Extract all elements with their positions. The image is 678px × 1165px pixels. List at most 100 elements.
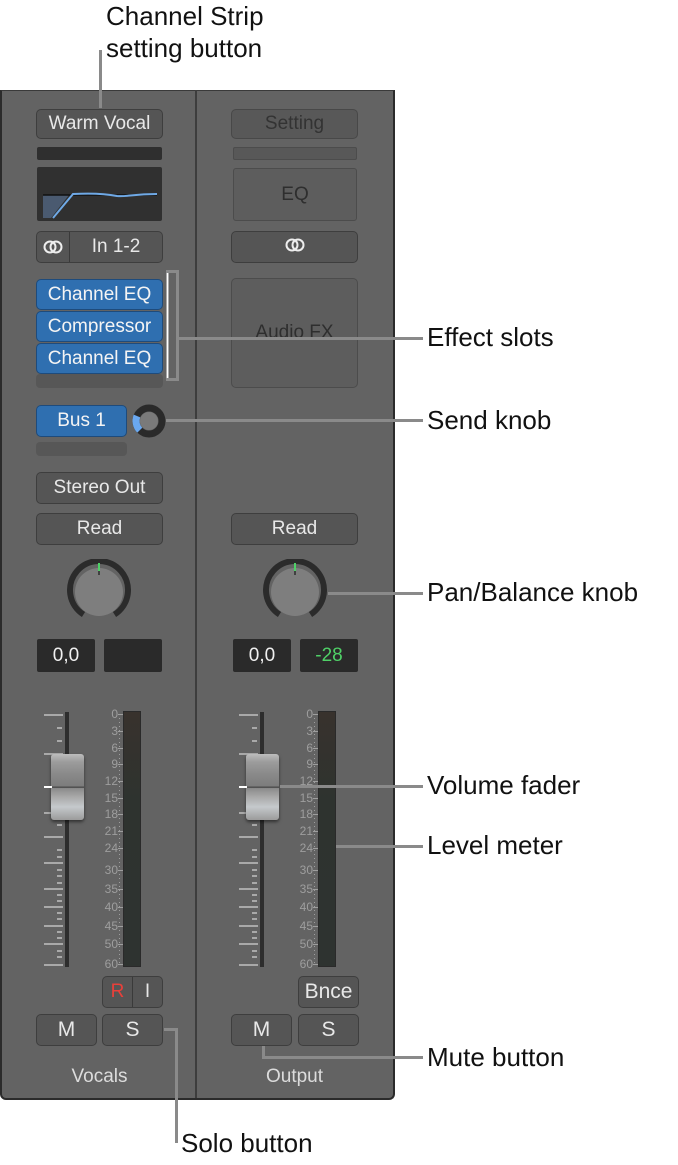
callout-channel-strip-setting-line1: Channel Strip <box>106 1 264 31</box>
fader-major-tick <box>239 714 258 716</box>
automation-mode-button-output[interactable]: Read <box>231 513 358 545</box>
strip-name-vocals[interactable]: Vocals <box>36 1066 163 1088</box>
meter-scale-label: 6 <box>111 741 118 755</box>
stereo-link-icon[interactable] <box>37 232 69 262</box>
meter-scale-minor-tick <box>119 958 120 959</box>
channel-strip-setting-button[interactable]: Warm Vocal <box>36 109 163 139</box>
meter-scale-label: 30 <box>104 863 118 877</box>
input-label[interactable]: In 1-2 <box>69 232 162 262</box>
balance-knob[interactable] <box>262 557 328 625</box>
callout-channel-strip-setting-line2: setting button <box>106 33 263 63</box>
meter-scale-minor-tick <box>314 722 315 723</box>
effect-slot-3[interactable]: Channel EQ <box>36 343 163 374</box>
send-slot-empty[interactable] <box>36 442 127 456</box>
fader-major-tick <box>239 862 258 864</box>
fader-minor-tick <box>252 856 257 858</box>
eq-thumbnail-empty[interactable]: EQ <box>233 168 357 221</box>
meter-scale-minor-tick <box>314 934 315 935</box>
gain-reduction-meter <box>37 147 162 160</box>
callout-effect-slots: Effect slots <box>427 322 554 352</box>
fader-minor-tick <box>57 882 62 884</box>
meter-scale-minor-tick <box>119 938 120 939</box>
fader-major-tick <box>239 888 258 890</box>
eq-curve <box>43 192 158 219</box>
meter-scale-minor-tick <box>119 734 120 735</box>
send-knob-graphic <box>132 404 166 438</box>
volume-fader-track-output[interactable] <box>260 712 264 967</box>
meter-scale-label: 50 <box>299 937 313 951</box>
meter-scale-minor-tick <box>314 810 315 811</box>
bracket-effects <box>166 270 169 380</box>
meter-scale-minor-tick <box>119 942 120 943</box>
meter-scale-minor-tick <box>119 950 120 951</box>
effect-slot-1[interactable]: Channel EQ <box>36 279 163 310</box>
fader-minor-tick <box>57 740 62 742</box>
meter-scale-minor-tick <box>314 858 315 859</box>
meter-scale-minor-tick <box>314 742 315 743</box>
meter-scale-minor-tick <box>119 870 120 871</box>
meter-scale-minor-tick <box>314 826 315 827</box>
eq-thumbnail[interactable] <box>37 167 162 221</box>
meter-scale-minor-tick <box>314 902 315 903</box>
volume-fader-handle[interactable] <box>51 754 84 820</box>
meter-scale-minor-tick <box>314 734 315 735</box>
strip-divider <box>195 90 197 1098</box>
input-monitor-button[interactable]: I <box>132 977 162 1007</box>
fader-minor-tick <box>252 849 257 851</box>
meter-scale-minor-tick <box>119 854 120 855</box>
volume-readout-output[interactable]: 0,0 <box>233 639 291 672</box>
leader-solo <box>175 1028 178 1143</box>
meter-scale-minor-tick <box>314 726 315 727</box>
meter-scale-minor-tick <box>314 914 315 915</box>
audio-fx-slot-area[interactable]: Audio FX <box>231 278 358 388</box>
send-knob[interactable] <box>131 403 167 439</box>
meter-scale-label: 24 <box>299 841 313 855</box>
meter-scale-minor-tick <box>314 778 315 779</box>
meter-scale-minor-tick <box>119 778 120 779</box>
meter-scale-minor-tick <box>119 826 120 827</box>
meter-scale-minor-tick <box>119 762 120 763</box>
meter-scale-minor-tick <box>314 738 315 739</box>
fader-major-tick <box>239 964 258 966</box>
record-enable-button[interactable]: R <box>103 977 132 1007</box>
leader-mute <box>262 1056 423 1059</box>
strip-name-output[interactable]: Output <box>231 1066 358 1088</box>
meter-scale-minor-tick <box>119 774 120 775</box>
fader-minor-tick <box>57 950 62 952</box>
meter-scale-minor-tick <box>314 938 315 939</box>
fader-minor-tick <box>252 912 257 914</box>
solo-button-output[interactable]: S <box>298 1014 359 1046</box>
peak-readout[interactable] <box>104 639 162 672</box>
meter-scale-minor-tick <box>314 926 315 927</box>
output-slot[interactable]: Stereo Out <box>36 472 163 504</box>
meter-scale-minor-tick <box>119 846 120 847</box>
meter-scale-minor-tick <box>314 718 315 719</box>
meter-scale-minor-tick <box>314 922 315 923</box>
peak-readout-output[interactable]: -28 <box>300 639 358 672</box>
meter-scale-minor-tick <box>119 842 120 843</box>
effect-slot-empty[interactable] <box>36 374 163 388</box>
volume-fader-handle-output[interactable] <box>246 754 279 820</box>
channel-strip-setting-button-output[interactable]: Setting <box>231 109 358 139</box>
meter-scale-minor-tick <box>119 834 120 835</box>
meter-scale-minor-tick <box>314 894 315 895</box>
meter-scale-minor-tick <box>119 866 120 867</box>
meter-scale-minor-tick <box>314 762 315 763</box>
mute-button[interactable]: M <box>36 1014 97 1046</box>
bounce-button[interactable]: Bnce <box>298 976 359 1008</box>
input-slot[interactable]: In 1-2 <box>36 231 163 263</box>
input-format-button[interactable] <box>231 231 358 263</box>
meter-scale-label: 0 <box>111 707 118 721</box>
fader-major-tick <box>44 964 63 966</box>
solo-button[interactable]: S <box>102 1014 163 1046</box>
bracket-effects-side <box>176 270 179 381</box>
mute-button-output[interactable]: M <box>231 1014 292 1046</box>
meter-scale-minor-tick <box>119 922 120 923</box>
volume-fader-track[interactable] <box>65 712 69 967</box>
send-slot[interactable]: Bus 1 <box>36 405 127 437</box>
volume-readout[interactable]: 0,0 <box>37 639 95 672</box>
effect-slot-2[interactable]: Compressor <box>36 311 163 342</box>
leader-effects <box>178 337 423 340</box>
automation-mode-button[interactable]: Read <box>36 513 163 545</box>
pan-knob[interactable] <box>66 557 132 625</box>
